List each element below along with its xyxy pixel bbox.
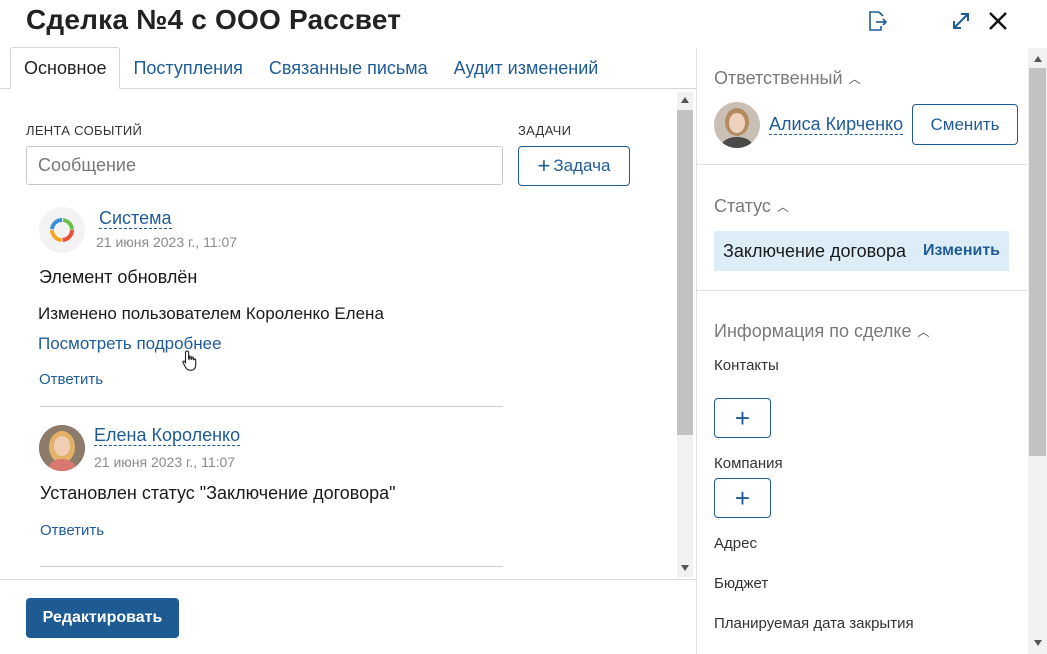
- address-label: Адрес: [714, 535, 757, 552]
- panel-divider: [696, 48, 697, 654]
- edit-button[interactable]: Редактировать: [26, 598, 179, 638]
- company-label: Компания: [714, 455, 783, 472]
- sidebar-scroll-thumb[interactable]: [1029, 68, 1046, 456]
- tasks-label: ЗАДАЧИ: [518, 123, 572, 138]
- scroll-up-icon[interactable]: [1034, 56, 1042, 62]
- status-heading: Статус: [714, 196, 771, 216]
- add-company-button[interactable]: +: [714, 478, 771, 518]
- tab-audit[interactable]: Аудит изменений: [441, 47, 612, 89]
- tab-linked-emails[interactable]: Связанные письма: [256, 47, 441, 89]
- deal-info-section-toggle[interactable]: Информация по сделке ︿: [714, 321, 930, 342]
- event-title: Установлен статус "Заключение договора": [40, 483, 396, 503]
- chevron-up-icon: ︿: [917, 325, 930, 339]
- tab-receipts[interactable]: Поступления: [120, 47, 255, 89]
- change-responsible-button[interactable]: Сменить: [912, 104, 1018, 145]
- plus-icon: +: [734, 403, 751, 433]
- status-box: Заключение договора Изменить: [714, 231, 1009, 271]
- responsible-section-toggle[interactable]: Ответственный ︿: [714, 68, 861, 89]
- tab-bar: Основное Поступления Связанные письма Ау…: [10, 47, 611, 89]
- section-divider: [697, 290, 1027, 291]
- event-author-link[interactable]: Система: [99, 208, 172, 229]
- footer-divider: [0, 579, 696, 580]
- event-timestamp: 21 июня 2023 г., 11:07: [94, 454, 236, 470]
- budget-label: Бюджет: [714, 575, 769, 592]
- system-avatar: [39, 207, 85, 253]
- page-title: Сделка №4 с ООО Рассвет: [26, 4, 402, 35]
- add-task-label: Задача: [553, 156, 611, 175]
- event-separator: [40, 566, 503, 567]
- scroll-up-icon[interactable]: [681, 97, 689, 103]
- plus-icon: +: [537, 153, 551, 178]
- export-icon[interactable]: [864, 8, 890, 34]
- hand-cursor-icon: [181, 349, 199, 378]
- author-avatar: [39, 425, 85, 471]
- message-input[interactable]: [26, 146, 503, 185]
- scroll-down-icon[interactable]: [681, 565, 689, 571]
- scroll-down-icon[interactable]: [1034, 640, 1042, 646]
- close-date-label: Планируемая дата закрытия: [714, 615, 914, 632]
- chevron-up-icon: ︿: [848, 72, 861, 86]
- reply-link[interactable]: Ответить: [39, 371, 103, 388]
- deal-info-heading: Информация по сделке: [714, 321, 912, 341]
- chevron-up-icon: ︿: [776, 200, 789, 214]
- responsible-avatar: [714, 102, 760, 148]
- event-author-link[interactable]: Елена Короленко: [94, 425, 241, 446]
- status-section-toggle[interactable]: Статус ︿: [714, 196, 789, 217]
- feed-scroll-thumb[interactable]: [677, 110, 693, 435]
- plus-icon: +: [734, 483, 751, 513]
- event-title: Элемент обновлён: [39, 267, 198, 287]
- change-status-link[interactable]: Изменить: [923, 242, 1000, 260]
- event-text: Изменено пользователем Короленко Елена: [38, 304, 384, 323]
- event-separator: [40, 406, 503, 407]
- feed-label: ЛЕНТА СОБЫТИЙ: [26, 123, 143, 138]
- add-task-button[interactable]: + Задача: [518, 146, 630, 186]
- event-timestamp: 21 июня 2023 г., 11:07: [96, 234, 238, 250]
- expand-icon[interactable]: [948, 8, 974, 34]
- responsible-name-link[interactable]: Алиса Кирченко: [769, 114, 904, 135]
- close-icon[interactable]: [985, 8, 1011, 34]
- add-contact-button[interactable]: +: [714, 398, 771, 438]
- reply-link[interactable]: Ответить: [40, 522, 104, 539]
- section-divider: [697, 164, 1027, 165]
- responsible-heading: Ответственный: [714, 68, 843, 88]
- tab-main[interactable]: Основное: [10, 47, 121, 89]
- status-value: Заключение договора: [723, 240, 907, 261]
- contacts-label: Контакты: [714, 357, 779, 374]
